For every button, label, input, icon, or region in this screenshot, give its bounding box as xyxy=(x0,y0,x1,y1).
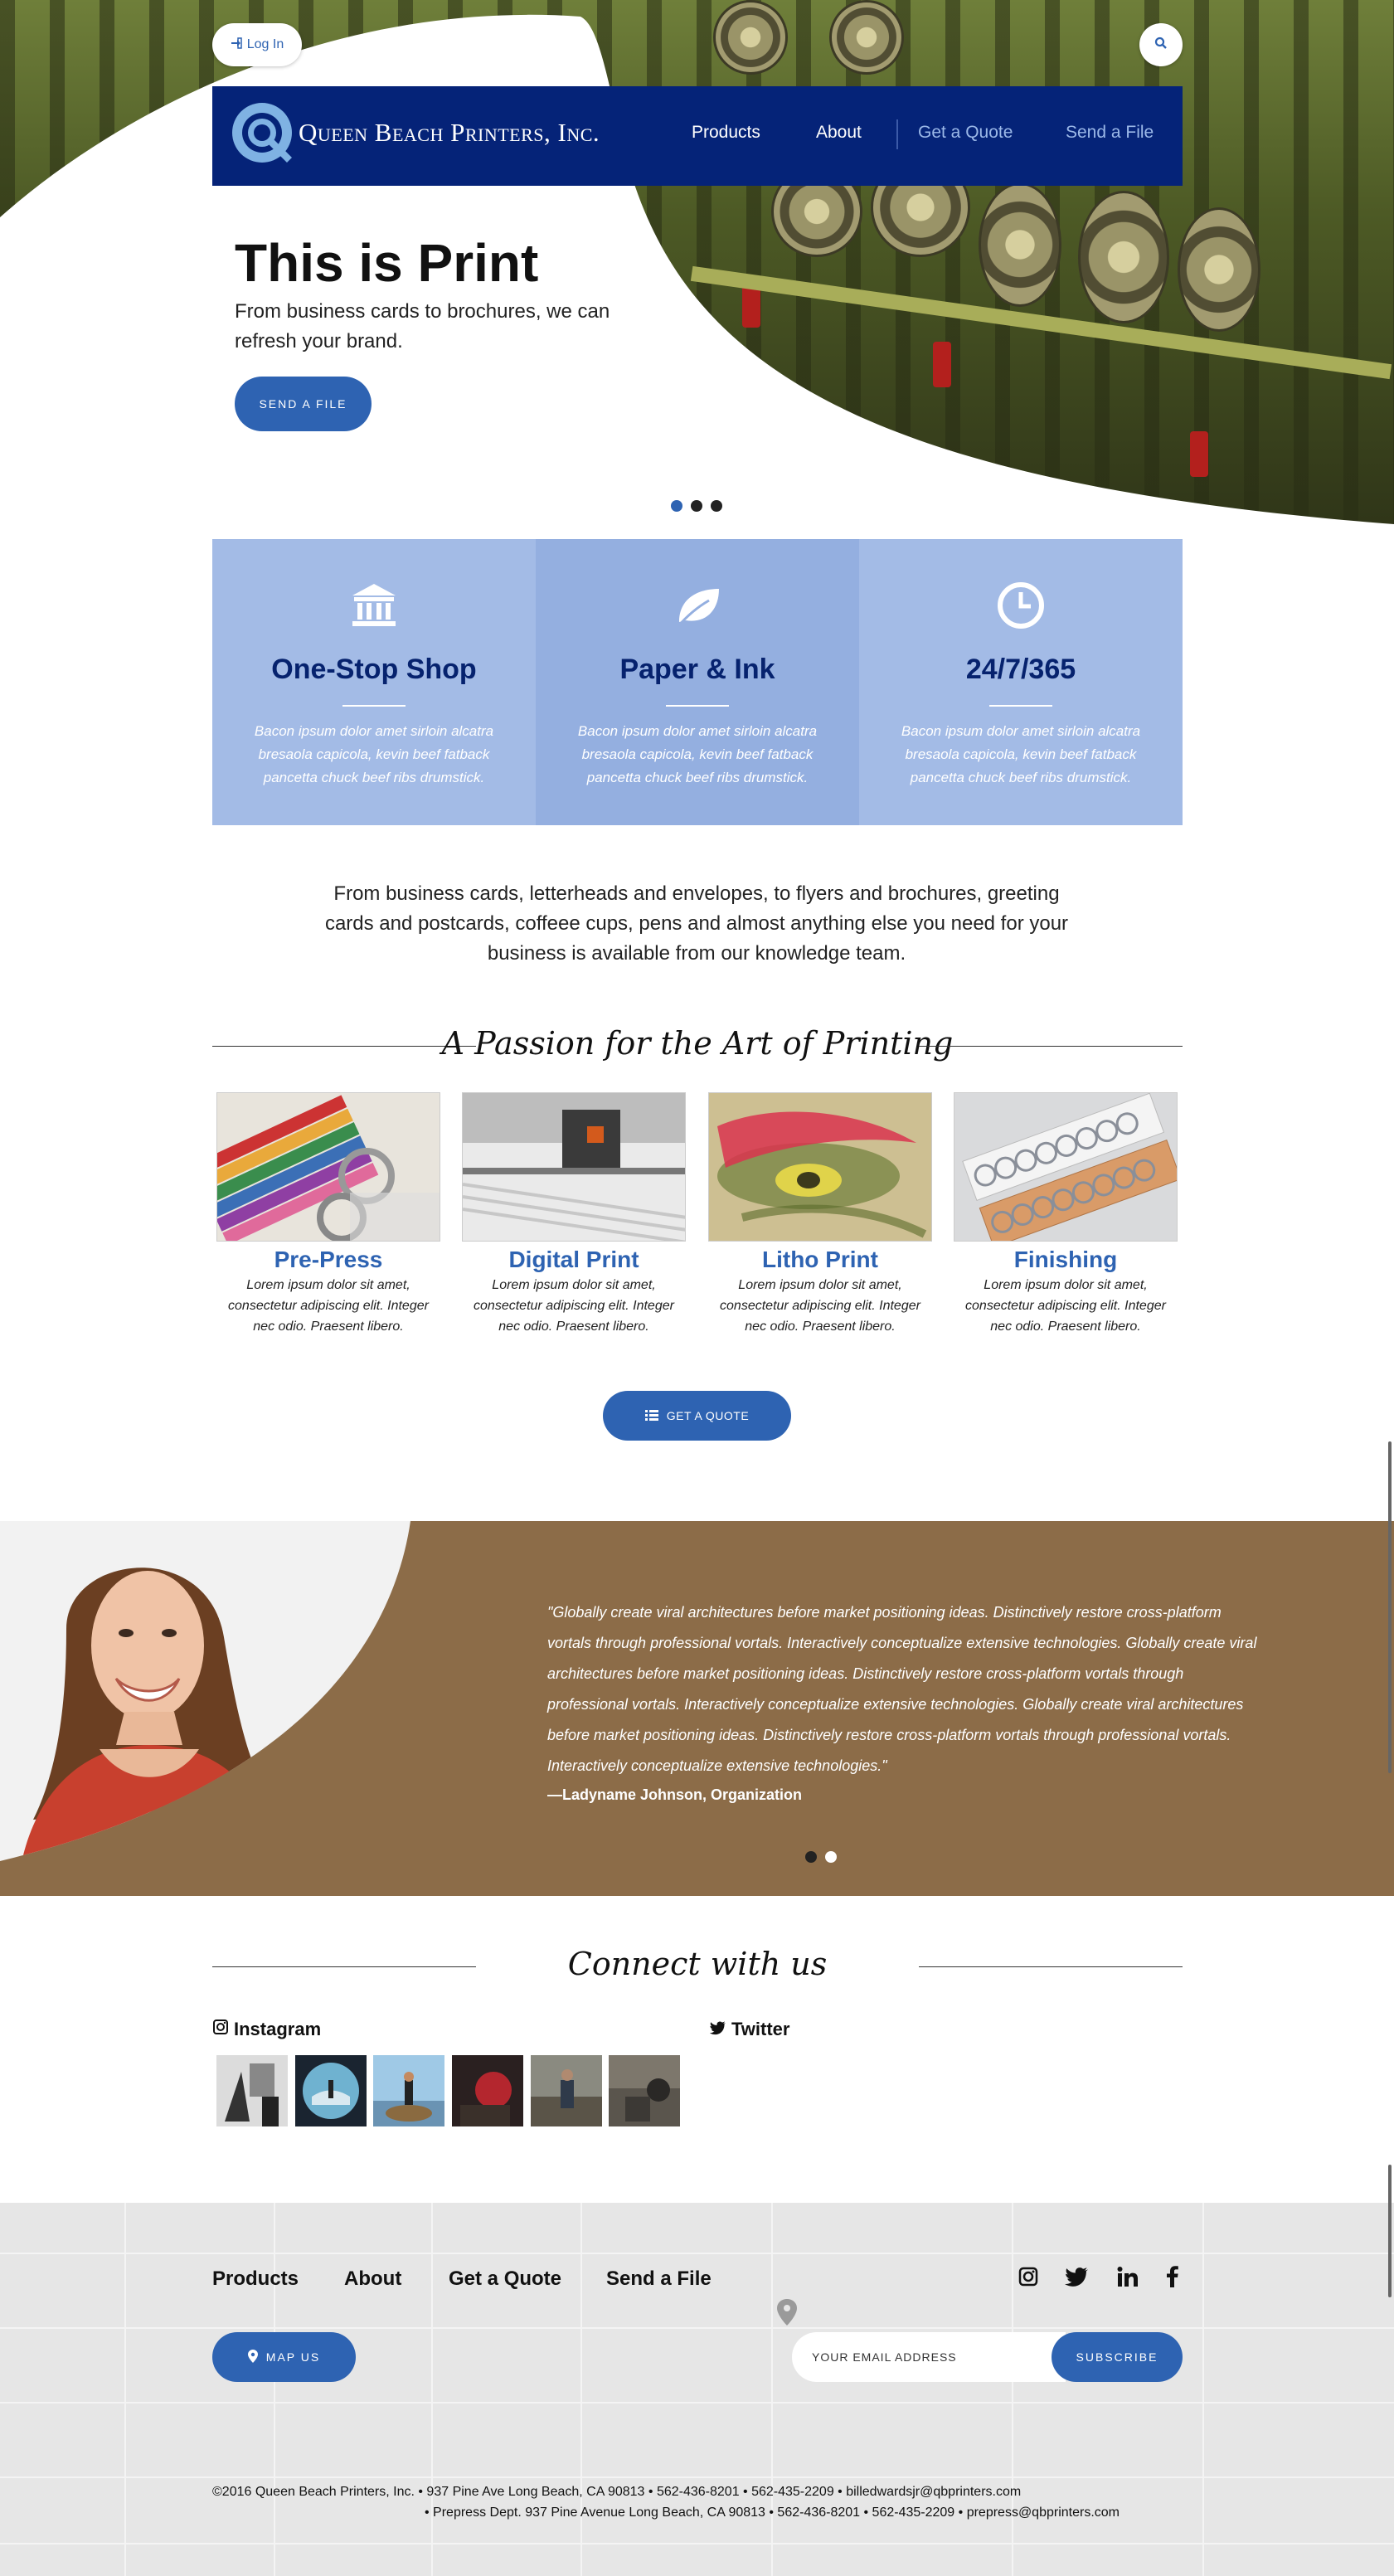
login-button[interactable]: Log In xyxy=(212,23,302,66)
instagram-icon[interactable] xyxy=(1014,2263,1042,2291)
instagram-thumbnail[interactable] xyxy=(531,2055,602,2126)
slider-dot-2[interactable] xyxy=(691,500,702,512)
nav-about[interactable]: About xyxy=(816,123,862,143)
connect-heading: Connect with us xyxy=(212,1946,1183,1987)
feature-title: Paper & Ink xyxy=(619,654,775,685)
hero-subtitle: From business cards to brochures, we can… xyxy=(235,300,610,352)
twitter-label: Twitter xyxy=(731,2019,790,2039)
footer-address-line-1: ©2016 Queen Beach Printers, Inc. • 937 P… xyxy=(212,2485,1022,2499)
service-card[interactable]: Digital Print Lorem ipsum dolor sit amet… xyxy=(462,1092,686,1337)
testimonial-quote: "Globally create viral architectures bef… xyxy=(547,1604,1257,1774)
twitter-icon[interactable] xyxy=(1063,2263,1091,2291)
list-icon xyxy=(644,1409,658,1423)
feature-text: Bacon ipsum dolor amet sirloin alcatra b… xyxy=(577,723,818,785)
footer-link-send-a-file[interactable]: Send a File xyxy=(606,2267,712,2291)
subscribe-button[interactable]: SUBSCRIBE xyxy=(1052,2332,1183,2382)
feature-title: 24/7/365 xyxy=(965,654,1076,685)
slider-dot-1[interactable] xyxy=(671,500,682,512)
footer-link-products[interactable]: Products xyxy=(212,2267,299,2291)
search-icon xyxy=(1154,36,1168,54)
testimonial-section: "Globally create viral architectures bef… xyxy=(0,1521,1394,1896)
nav-divider xyxy=(896,119,898,149)
email-field[interactable] xyxy=(792,2332,1066,2382)
feature-text: Bacon ipsum dolor amet sirloin alcatra b… xyxy=(901,723,1141,785)
service-title[interactable]: Finishing xyxy=(954,1247,1178,1273)
scrollbar-thumb[interactable] xyxy=(1388,2165,1392,2297)
instagram-label: Instagram xyxy=(234,2019,322,2039)
map-pin-icon xyxy=(777,2299,797,2326)
instagram-thumbnail[interactable] xyxy=(609,2055,680,2126)
service-card[interactable]: Pre-Press Lorem ipsum dolor sit amet, co… xyxy=(216,1092,440,1337)
feature-divider xyxy=(989,705,1052,707)
footer-address-line-2: • Prepress Dept. 937 Pine Avenue Long Be… xyxy=(425,2506,1120,2520)
service-title[interactable]: Litho Print xyxy=(708,1247,932,1273)
main-navbar: Queen Beach Printers, Inc. Products Abou… xyxy=(212,86,1183,186)
testimonial-dot-1[interactable] xyxy=(805,1851,817,1863)
footer: Products About Get a Quote Send a File M… xyxy=(0,2203,1394,2576)
passion-heading: A Passion for the Art of Printing xyxy=(212,1025,1183,1067)
footer-link-about[interactable]: About xyxy=(344,2267,401,2291)
service-text: Lorem ipsum dolor sit amet, consectetur … xyxy=(474,1278,674,1334)
instagram-icon xyxy=(212,2019,229,2040)
feature-card: One-Stop Shop Bacon ipsum dolor amet sir… xyxy=(212,539,536,825)
get-a-quote-label: GET A QUOTE xyxy=(666,1409,750,1422)
instagram-thumbnail[interactable] xyxy=(295,2055,367,2126)
heading-rule-right xyxy=(919,1046,1183,1047)
bank-icon xyxy=(352,584,396,626)
feature-title: One-Stop Shop xyxy=(271,654,477,685)
nav-send-a-file[interactable]: Send a File xyxy=(1066,123,1154,143)
testimonial-author: —Ladyname Johnson, Organization xyxy=(547,1786,803,1803)
nav-products[interactable]: Products xyxy=(692,123,760,143)
service-title[interactable]: Pre-Press xyxy=(216,1247,440,1273)
brand-name[interactable]: Queen Beach Printers, Inc. xyxy=(299,118,600,148)
hero-title: This is Print xyxy=(235,233,539,293)
testimonial-dot-2[interactable] xyxy=(825,1851,837,1863)
twitter-header: Twitter xyxy=(709,2019,790,2040)
nav-get-a-quote[interactable]: Get a Quote xyxy=(918,123,1013,143)
features-row: One-Stop Shop Bacon ipsum dolor amet sir… xyxy=(212,539,1183,825)
service-text: Lorem ipsum dolor sit amet, consectetur … xyxy=(228,1278,429,1334)
connect-heading-text: Connect with us xyxy=(567,1946,828,1982)
feature-card: Paper & Ink Bacon ipsum dolor amet sirlo… xyxy=(536,539,859,825)
service-text: Lorem ipsum dolor sit amet, consectetur … xyxy=(720,1278,920,1334)
instagram-thumbnail[interactable] xyxy=(373,2055,444,2126)
finishing-photo[interactable] xyxy=(954,1092,1178,1242)
prepress-photo[interactable] xyxy=(216,1092,440,1242)
scrollbar-thumb[interactable] xyxy=(1388,1441,1392,1773)
service-card[interactable]: Litho Print Lorem ipsum dolor sit amet, … xyxy=(708,1092,932,1337)
clock-icon xyxy=(998,582,1044,629)
service-title[interactable]: Digital Print xyxy=(462,1247,686,1273)
digital-print-photo[interactable] xyxy=(462,1092,686,1242)
brand-logo-icon[interactable] xyxy=(229,100,295,166)
login-label: Log In xyxy=(246,37,284,51)
passion-heading-text: A Passion for the Art of Printing xyxy=(441,1025,954,1062)
feature-divider xyxy=(666,705,729,707)
map-us-label: MAP US xyxy=(265,2350,321,2364)
linkedin-icon[interactable] xyxy=(1114,2263,1142,2291)
facebook-icon[interactable] xyxy=(1158,2263,1187,2291)
get-a-quote-button[interactable]: GET A QUOTE xyxy=(603,1391,791,1441)
leaf-icon xyxy=(676,589,719,628)
service-card[interactable]: Finishing Lorem ipsum dolor sit amet, co… xyxy=(954,1092,1178,1337)
twitter-icon xyxy=(709,2019,726,2040)
feature-divider xyxy=(342,705,406,707)
sign-in-icon xyxy=(231,36,242,53)
feature-card: 24/7/365 Bacon ipsum dolor amet sirloin … xyxy=(859,539,1183,825)
map-marker-icon xyxy=(247,2349,258,2365)
instagram-thumbnail[interactable] xyxy=(216,2055,288,2126)
heading-rule-right xyxy=(919,1966,1183,1967)
footer-link-get-a-quote[interactable]: Get a Quote xyxy=(449,2267,561,2291)
search-button[interactable] xyxy=(1139,23,1183,66)
slider-dot-3[interactable] xyxy=(711,500,722,512)
litho-print-photo[interactable] xyxy=(708,1092,932,1242)
instagram-header: Instagram xyxy=(212,2019,321,2040)
feature-text: Bacon ipsum dolor amet sirloin alcatra b… xyxy=(254,723,494,785)
map-us-button[interactable]: MAP US xyxy=(212,2332,356,2382)
intro-paragraph: From business cards, letterheads and env… xyxy=(324,882,1069,965)
service-text: Lorem ipsum dolor sit amet, consectetur … xyxy=(965,1278,1166,1334)
instagram-thumbnail[interactable] xyxy=(452,2055,523,2126)
hero-section: Log In Queen Beach Printers, Inc. Produc… xyxy=(0,0,1394,531)
send-a-file-button[interactable]: SEND A FILE xyxy=(235,377,372,431)
hero-white-curve xyxy=(0,14,1394,531)
